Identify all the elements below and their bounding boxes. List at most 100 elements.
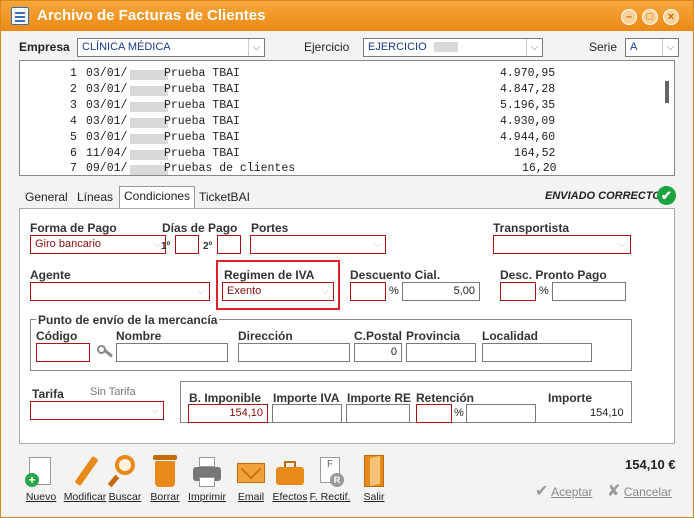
agente-label: Agente [30,268,71,282]
provincia-input[interactable] [406,343,476,362]
localidad-label: Localidad [482,329,539,343]
maximize-button[interactable]: □ [642,9,658,25]
forma-pago-value: Giro bancario [35,238,102,250]
desc-pronto-value-input[interactable] [552,282,626,301]
aceptar-button[interactable]: ✔ Aceptar [535,481,599,503]
dia1-label: 1º [161,241,171,252]
tarifa-label: Tarifa [32,387,64,401]
regimen-iva-value: Exento [227,285,262,297]
serie-value: A [630,41,638,53]
empresa-label: Empresa [19,40,70,54]
importe-label: Importe [548,391,593,405]
list-item[interactable]: 4 03/01/Prueba TBAI 4.930,09 [20,115,650,131]
regimen-iva-select[interactable]: Exento ⌵ [222,282,334,301]
transportista-select[interactable]: ⌵ [493,235,631,254]
portes-label: Portes [251,221,289,235]
magnifier-icon [107,455,141,489]
importe-re-label: Importe RE [347,391,412,405]
list-item[interactable]: 6 11/04/Prueba TBAI 164,52 [20,147,650,163]
descuento-value-input[interactable]: 5,00 [402,282,480,301]
tab-general[interactable]: General [21,188,72,208]
desc-pronto-label: Desc. Pronto Pago [500,268,607,282]
trash-icon [149,455,181,489]
chevron-down-icon: ⌵ [526,39,542,56]
status-text: ENVIADO CORRECTO [545,190,661,202]
descuento-pct-input[interactable] [350,282,386,301]
empresa-value: CLÍNICA MÉDICA [82,41,171,53]
desc-pronto-pct-input[interactable] [500,282,536,301]
retencion-pct-sign: % [454,407,464,419]
envelope-icon [235,455,267,489]
tab-lineas[interactable]: Líneas [73,188,117,208]
forma-pago-label: Forma de Pago [30,221,117,235]
dia2-input[interactable] [217,235,241,254]
cpostal-label: C.Postal [354,329,403,343]
serie-select[interactable]: A ⌵ [625,38,679,57]
importe-value: 154,10 [590,407,624,419]
salir-button[interactable]: Salir [348,451,400,507]
empresa-select[interactable]: CLÍNICA MÉDICA ⌵ [77,38,265,57]
key-icon[interactable] [96,343,114,361]
minimize-button[interactable]: – [621,9,637,25]
scrollbar[interactable] [662,63,672,173]
b-imponible-label: B. Imponible [189,391,261,405]
tarifa-select[interactable]: ⌵ [30,401,164,420]
chevron-down-icon: ⌵ [197,286,205,296]
list-item[interactable]: 3 03/01/Prueba TBAI 5.196,35 [20,99,650,115]
redacted-mask [433,42,458,53]
portes-select[interactable]: ⌵ [250,235,386,254]
transportista-label: Transportista [493,221,570,235]
tab-condiciones[interactable]: Condiciones [119,186,196,209]
list-item[interactable]: 7 09/01/Pruebas de clientes 16,20 [20,162,650,178]
retencion-value-input[interactable] [466,404,536,423]
invoice-list[interactable]: 1 03/01/Prueba TBAI 4.970,95 2 03/01/Prueba… [19,60,675,176]
pencil-icon [69,455,101,489]
chevron-down-icon: ⌵ [321,286,329,296]
cancelar-button[interactable]: ✘ Cancelar [607,481,677,503]
app-icon [11,7,29,25]
dia1-input[interactable] [175,235,199,254]
desc-pronto-pct-sign: % [539,285,549,297]
toolbar: + Nuevo Modificar Buscar Borrar Imprimir… [19,451,679,511]
dia2-label: 2º [203,241,213,252]
cross-icon: ✘ [607,483,621,500]
new-document-icon: + [25,455,57,489]
tarifa-hint: Sin Tarifa [90,386,136,398]
codigo-input[interactable] [36,343,90,362]
check-icon: ✔ [657,186,676,205]
briefcase-icon [274,455,306,489]
nombre-label: Nombre [116,329,162,343]
b-imponible-input[interactable]: 154,10 [188,404,268,423]
descuento-label: Descuento Cial. [350,268,441,282]
list-item[interactable]: 1 03/01/Prueba TBAI 4.970,95 [20,67,650,83]
localidad-input[interactable] [482,343,592,362]
retencion-pct-input[interactable] [416,404,452,423]
agente-select[interactable]: ⌵ [30,282,210,301]
forma-pago-select[interactable]: Giro bancario ⌵ [30,235,166,254]
total-amount: 154,10 € [625,457,676,472]
chevron-down-icon: ⌵ [248,39,264,56]
close-button[interactable]: × [663,9,679,25]
codigo-label: Código [36,329,78,343]
printer-icon [191,455,223,489]
chevron-down-icon: ⌵ [618,239,626,249]
title-bar: Archivo de Facturas de Clientes – □ × [1,1,693,31]
serie-label: Serie [589,40,618,54]
nombre-input[interactable] [116,343,228,362]
invoice-window: Archivo de Facturas de Clientes – □ × Em… [0,0,694,518]
importe-iva-label: Importe IVA [273,391,340,405]
tab-ticketbai[interactable]: TicketBAI [195,188,254,208]
scrollbar-thumb[interactable] [665,81,669,103]
ejercicio-select[interactable]: EJERCICIO ⌵ [363,38,543,57]
list-item[interactable]: 2 03/01/Prueba TBAI 4.847,28 [20,83,650,99]
direccion-input[interactable] [238,343,350,362]
cpostal-input[interactable]: 0 [354,343,402,362]
ejercicio-value: EJERCICIO [368,41,427,53]
retencion-label: Retención [416,391,475,405]
punto-envio-label: Punto de envío de la mercancía [36,313,220,327]
importe-iva-input[interactable] [272,404,342,423]
list-item[interactable]: 5 03/01/Prueba TBAI 4.944,60 [20,131,650,147]
door-exit-icon [358,455,390,489]
window-title: Archivo de Facturas de Clientes [37,7,266,24]
importe-re-input[interactable] [346,404,410,423]
